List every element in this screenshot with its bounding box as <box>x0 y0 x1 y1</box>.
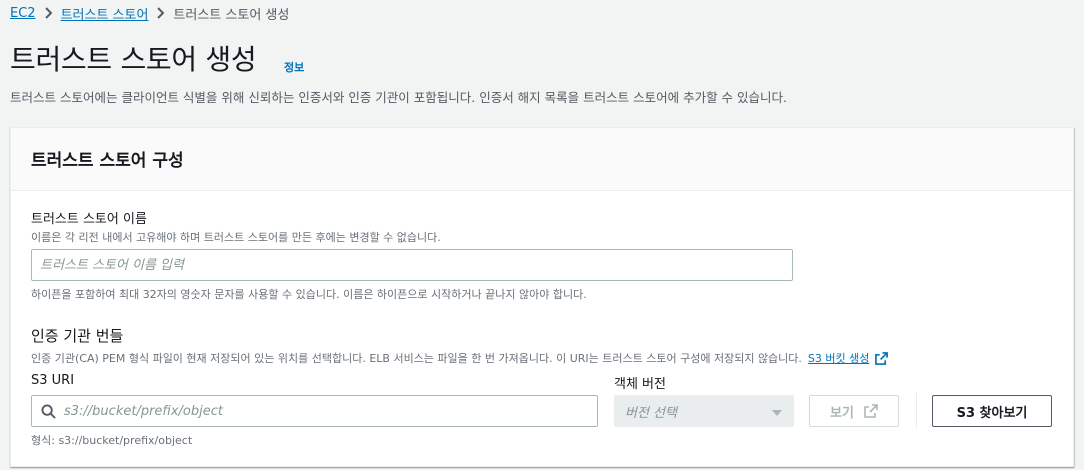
external-link-icon[interactable] <box>875 351 889 365</box>
trust-store-name-input[interactable] <box>31 249 793 281</box>
chevron-right-icon <box>156 7 165 19</box>
trust-store-name-constraint: 하이픈을 포함하여 최대 32자의 영숫자 문자를 사용할 수 있습니다. 이름… <box>31 288 587 301</box>
trust-store-name-description: 이름은 각 리전 내에서 고유해야 하며 트러스트 스토어를 만든 후에는 변경… <box>31 231 441 244</box>
button-divider <box>916 393 917 429</box>
view-button[interactable]: 보기 <box>809 395 899 427</box>
object-version-label: 객체 버전 <box>614 377 666 392</box>
breadcrumb: EC2 트러스트 스토어 트러스트 스토어 생성 <box>10 4 290 23</box>
caret-down-icon <box>771 402 783 421</box>
trust-store-name-label: 트러스트 스토어 이름 <box>31 212 147 227</box>
ca-bundle-label: 인증 기관 번들 <box>31 327 124 345</box>
s3-uri-format-hint: 형식: s3://bucket/prefix/object <box>31 434 193 447</box>
search-icon <box>41 403 56 419</box>
trust-store-config-panel: 트러스트 스토어 구성 트러스트 스토어 이름 이름은 각 리전 내에서 고유해… <box>10 127 1074 467</box>
panel-header: 트러스트 스토어 구성 <box>11 128 1073 191</box>
create-s3-bucket-link[interactable]: S3 버킷 생성 <box>808 350 869 366</box>
view-button-label: 보기 <box>830 405 854 421</box>
breadcrumb-trust-store-link[interactable]: 트러스트 스토어 <box>61 4 149 23</box>
ca-bundle-description-text: 인증 기관(CA) PEM 형식 파일이 현재 저장되어 있는 위치를 선택합니… <box>31 352 802 365</box>
external-link-icon <box>864 404 878 418</box>
object-version-select[interactable]: 버전 선택 <box>614 395 794 427</box>
s3-uri-input[interactable] <box>64 403 584 419</box>
chevron-right-icon <box>44 7 53 19</box>
s3-uri-label: S3 URI <box>31 373 75 388</box>
create-s3-bucket-link-label: S3 버킷 생성 <box>807 352 870 365</box>
panel-title: 트러스트 스토어 구성 <box>31 151 184 171</box>
page-title: 트러스트 스토어 생성 <box>10 43 257 76</box>
breadcrumb-ec2-link[interactable]: EC2 <box>10 6 36 21</box>
page-description: 트러스트 스토어에는 클라이언트 식별을 위해 신뢰하는 인증서와 인증 기관이… <box>10 90 787 105</box>
s3-uri-field[interactable] <box>31 395 598 427</box>
object-version-select-value: 버전 선택 <box>625 405 677 421</box>
info-link[interactable]: 정보 <box>284 59 304 75</box>
breadcrumb-current: 트러스트 스토어 생성 <box>173 7 290 23</box>
ca-bundle-description: 인증 기관(CA) PEM 형식 파일이 현재 저장되어 있는 위치를 선택합니… <box>31 350 889 366</box>
browse-s3-button[interactable]: S3 찾아보기 <box>932 395 1052 427</box>
